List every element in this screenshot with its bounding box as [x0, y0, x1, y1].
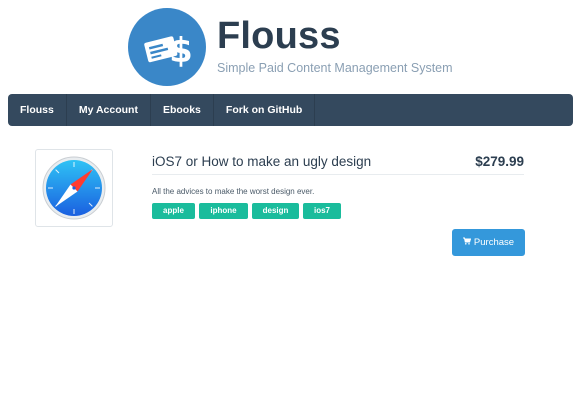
ebook-price: $279.99 [475, 154, 524, 169]
svg-text:$: $ [169, 31, 193, 71]
nav-item-flouss[interactable]: Flouss [8, 94, 67, 126]
purchase-button[interactable]: Purchase [452, 229, 525, 256]
tag-iphone[interactable]: iphone [199, 203, 248, 219]
ebook-title[interactable]: iOS7 or How to make an ugly design [152, 153, 371, 171]
safari-compass-icon [42, 156, 106, 220]
ebook-tags: apple iphone design ios7 [152, 203, 345, 219]
logo-icon: $ [128, 8, 206, 86]
main-navbar: Flouss My Account Ebooks Fork on GitHub [8, 94, 573, 126]
purchase-label: Purchase [473, 237, 515, 248]
nav-item-fork-on-github[interactable]: Fork on GitHub [214, 94, 316, 126]
cart-icon [462, 237, 472, 248]
brand-subtitle: Simple Paid Content Management System [217, 61, 453, 75]
nav-item-ebooks[interactable]: Ebooks [151, 94, 214, 126]
brand-title: Flouss [217, 15, 341, 57]
title-divider [152, 174, 524, 175]
ebook-thumbnail[interactable] [35, 149, 113, 227]
brand-header: $ Flouss Simple Paid Content Management … [128, 8, 453, 86]
ebook-description: All the advices to make the worst design… [152, 187, 315, 196]
tag-apple[interactable]: apple [152, 203, 195, 219]
tag-design[interactable]: design [252, 203, 299, 219]
tag-ios7[interactable]: ios7 [303, 203, 341, 219]
nav-item-my-account[interactable]: My Account [67, 94, 151, 126]
